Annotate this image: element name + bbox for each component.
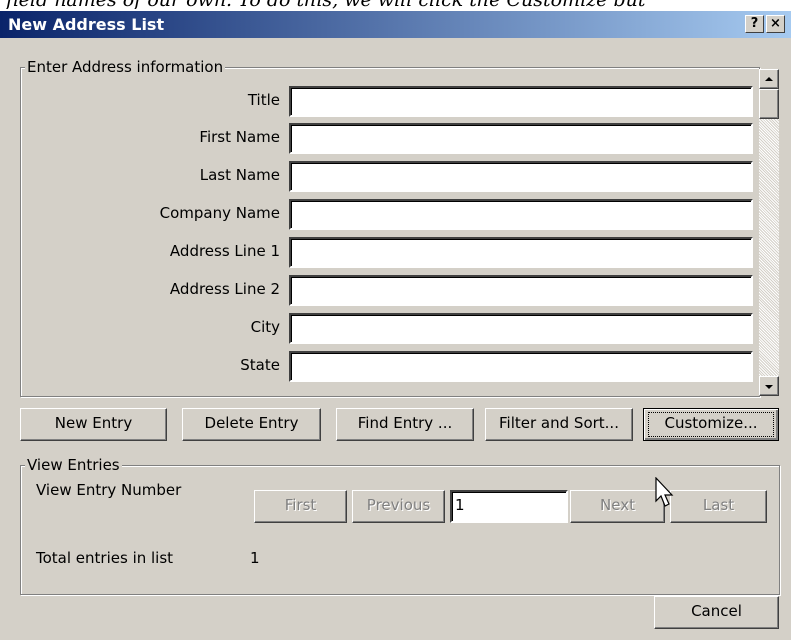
address-line-1-input[interactable] <box>289 237 753 268</box>
field-label-address-line-2: Address Line 2 <box>169 280 280 298</box>
entry-number-input[interactable]: 1 <box>450 490 568 523</box>
field-row-state: State <box>0 351 753 382</box>
scroll-down-button[interactable] <box>759 376 779 396</box>
filter-and-sort-button[interactable]: Filter and Sort... <box>485 408 633 441</box>
total-entries-label: Total entries in list <box>36 549 174 567</box>
customize-button[interactable]: Customize... <box>643 408 779 441</box>
scroll-thumb[interactable] <box>759 89 779 119</box>
field-label-state: State <box>240 356 280 374</box>
cancel-button[interactable]: Cancel <box>654 596 779 629</box>
arrow-down-icon <box>765 385 773 389</box>
view-entry-number-label: View Entry Number <box>36 481 182 499</box>
address-line-2-input[interactable] <box>289 275 753 306</box>
delete-entry-button[interactable]: Delete Entry <box>182 408 321 441</box>
state-input[interactable] <box>289 351 753 382</box>
find-entry-button[interactable]: Find Entry ... <box>336 408 474 441</box>
field-row-city: City <box>0 313 753 344</box>
previous-button[interactable]: Previous <box>352 490 445 523</box>
mouse-pointer-icon <box>655 477 674 507</box>
background-document-text: field names of our own. To do this, we w… <box>6 0 791 9</box>
address-fields-scrollbar[interactable] <box>759 69 779 396</box>
field-row-company-name: Company Name <box>0 199 753 230</box>
field-label-first-name: First Name <box>199 128 280 146</box>
company-name-input[interactable] <box>289 199 753 230</box>
last-button[interactable]: Last <box>670 490 767 523</box>
field-label-city: City <box>250 318 280 336</box>
field-row-last-name: Last Name <box>0 161 753 192</box>
field-label-company-name: Company Name <box>159 204 280 222</box>
view-entries-legend: View Entries <box>25 456 122 474</box>
arrow-up-icon <box>765 77 773 81</box>
new-address-list-dialog: New Address List ? × Enter Address infor… <box>0 11 791 640</box>
field-label-last-name: Last Name <box>199 166 280 184</box>
new-entry-button[interactable]: New Entry <box>20 408 167 441</box>
field-row-address-line-1: Address Line 1 <box>0 237 753 268</box>
title-input[interactable] <box>289 86 753 117</box>
total-entries-value: 1 <box>250 549 260 567</box>
field-label-address-line-1: Address Line 1 <box>169 242 280 260</box>
last-name-input[interactable] <box>289 161 753 192</box>
first-button[interactable]: First <box>254 490 347 523</box>
focus-rectangle <box>648 412 774 437</box>
field-row-title: Title <box>0 86 753 117</box>
first-name-input[interactable] <box>289 123 753 154</box>
field-row-first-name: First Name <box>0 123 753 154</box>
city-input[interactable] <box>289 313 753 344</box>
next-button[interactable]: Next <box>570 490 665 523</box>
field-label-title: Title <box>247 91 280 109</box>
scroll-up-button[interactable] <box>759 69 779 89</box>
field-row-address-line-2: Address Line 2 <box>0 275 753 306</box>
close-button[interactable]: × <box>766 15 785 33</box>
